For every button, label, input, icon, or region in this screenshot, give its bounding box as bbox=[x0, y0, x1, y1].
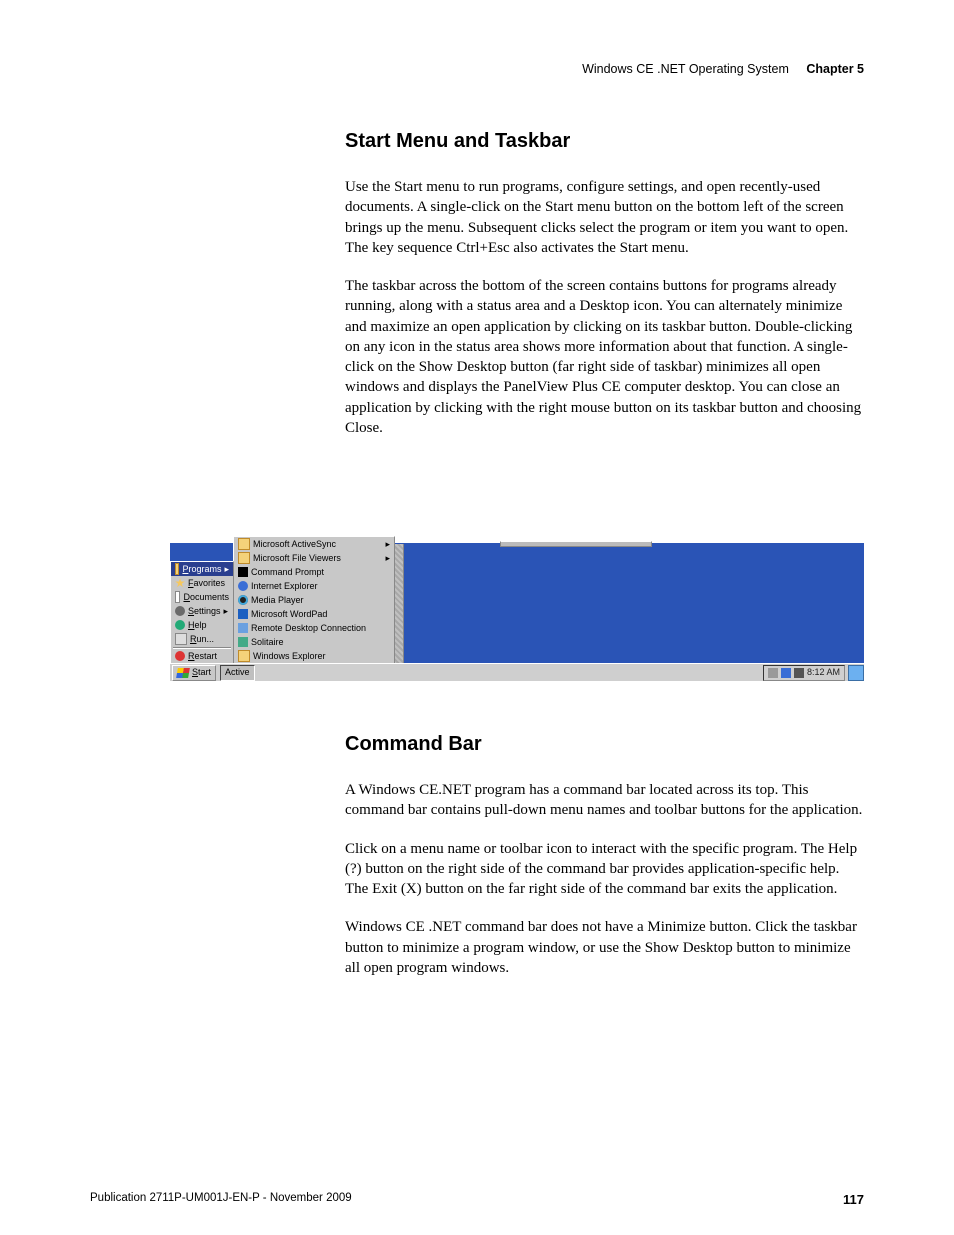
para: Click on a menu name or toolbar icon to … bbox=[345, 839, 865, 900]
folder-icon bbox=[175, 563, 179, 575]
start-menu-item-restart[interactable]: Restart bbox=[171, 649, 233, 663]
para: The taskbar across the bottom of the scr… bbox=[345, 276, 865, 438]
programs-item-command-prompt[interactable]: Command Prompt bbox=[234, 565, 394, 579]
running-header: Windows CE .NET Operating System Chapter… bbox=[582, 62, 864, 76]
menu-separator bbox=[173, 647, 231, 648]
keyboard-icon bbox=[768, 668, 778, 678]
cmd-icon bbox=[238, 567, 248, 577]
menu-label: Microsoft ActiveSync bbox=[253, 540, 336, 549]
run-icon bbox=[175, 633, 187, 645]
start-label: Start bbox=[192, 668, 211, 677]
taskbar-running-app[interactable]: Active bbox=[220, 665, 255, 681]
sol-icon bbox=[238, 637, 248, 647]
start-menu-item-settings[interactable]: Settings▸ bbox=[171, 604, 233, 618]
start-menu-item-favorites[interactable]: Favorites bbox=[171, 576, 233, 590]
header-chapter: Chapter 5 bbox=[806, 62, 864, 76]
we-icon bbox=[238, 650, 250, 662]
programs-item-internet-explorer[interactable]: Internet Explorer bbox=[234, 579, 394, 593]
gear-icon bbox=[175, 606, 185, 616]
menu-label: Restart bbox=[188, 652, 217, 661]
wp-icon bbox=[238, 609, 248, 619]
taskbar-running-label: Active bbox=[225, 668, 250, 677]
programs-item-media-player[interactable]: Media Player bbox=[234, 593, 394, 607]
menu-label: Favorites bbox=[188, 579, 225, 588]
wce-screenshot: Microsoft ActiveSync▸Microsoft File View… bbox=[170, 543, 864, 681]
system-tray[interactable]: 8:12 AM bbox=[763, 665, 845, 681]
menu-label: Solitaire bbox=[251, 638, 284, 647]
page: Windows CE .NET Operating System Chapter… bbox=[0, 0, 954, 1235]
menu-label: Documents bbox=[183, 593, 229, 602]
menu-label: Help bbox=[188, 621, 207, 630]
show-desktop-button[interactable] bbox=[848, 665, 864, 681]
menu-label: Run... bbox=[190, 635, 214, 644]
programs-submenu[interactable]: Microsoft ActiveSync▸Microsoft File View… bbox=[233, 536, 395, 664]
submenu-arrow-icon: ▸ bbox=[224, 565, 229, 574]
page-number: 117 bbox=[843, 1192, 864, 1207]
menu-label: Command Prompt bbox=[251, 568, 324, 577]
taskbar: Start Active 8:12 AM bbox=[170, 663, 864, 681]
programs-item-microsoft-file-viewers[interactable]: Microsoft File Viewers ▸ bbox=[234, 551, 394, 565]
para: Windows CE .NET command bar does not hav… bbox=[345, 917, 865, 978]
rdc-icon bbox=[238, 623, 248, 633]
network-icon bbox=[781, 668, 791, 678]
programs-item-microsoft-activesync[interactable]: Microsoft ActiveSync ▸ bbox=[234, 537, 394, 551]
menu-label: Internet Explorer bbox=[251, 582, 318, 591]
windows-flag-icon bbox=[176, 668, 190, 678]
para: Use the Start menu to run programs, conf… bbox=[345, 177, 865, 258]
start-menu-item-run-[interactable]: Run... bbox=[171, 632, 233, 646]
doc-icon bbox=[175, 591, 180, 603]
mp-icon bbox=[238, 595, 248, 605]
menu-label: Remote Desktop Connection bbox=[251, 624, 366, 633]
header-breadcrumb: Windows CE .NET Operating System bbox=[582, 62, 789, 76]
programs-item-solitaire[interactable]: Solitaire bbox=[234, 635, 394, 649]
volume-icon bbox=[794, 668, 804, 678]
programs-item-remote-desktop-connection[interactable]: Remote Desktop Connection bbox=[234, 621, 394, 635]
start-menu-item-programs[interactable]: Programs▸ bbox=[171, 562, 233, 576]
start-menu-item-documents[interactable]: Documents bbox=[171, 590, 233, 604]
menu-label: Programs bbox=[182, 565, 221, 574]
resize-grip bbox=[395, 544, 404, 664]
footer: Publication 2711P-UM001J-EN-P - November… bbox=[90, 1192, 864, 1207]
folder-icon bbox=[238, 552, 250, 564]
menu-label: Microsoft WordPad bbox=[251, 610, 327, 619]
start-menu-item-help[interactable]: Help bbox=[171, 618, 233, 632]
submenu-arrow-icon: ▸ bbox=[385, 540, 390, 549]
menu-label: Settings bbox=[188, 607, 221, 616]
section-command-bar: Command Bar A Windows CE.NET program has… bbox=[345, 733, 865, 996]
para: A Windows CE.NET program has a command b… bbox=[345, 780, 865, 821]
star-icon bbox=[175, 578, 185, 588]
menu-label: Windows Explorer bbox=[253, 652, 326, 661]
ie-icon bbox=[238, 581, 248, 591]
start-button[interactable]: Start bbox=[172, 665, 216, 681]
window-grip bbox=[500, 541, 652, 547]
submenu-arrow-icon: ▸ bbox=[385, 554, 390, 563]
menu-label: Microsoft File Viewers bbox=[253, 554, 341, 563]
folder-icon bbox=[238, 538, 250, 550]
help-icon bbox=[175, 620, 185, 630]
clock: 8:12 AM bbox=[807, 668, 840, 677]
section-start-menu-taskbar: Start Menu and Taskbar Use the Start men… bbox=[345, 130, 865, 456]
start-menu[interactable]: Programs▸FavoritesDocumentsSettings▸Help… bbox=[170, 561, 234, 664]
publication-id: Publication 2711P-UM001J-EN-P - November… bbox=[90, 1192, 352, 1204]
menu-label: Media Player bbox=[251, 596, 304, 605]
submenu-arrow-icon: ▸ bbox=[224, 607, 229, 616]
heading-start-menu: Start Menu and Taskbar bbox=[345, 130, 865, 153]
programs-item-microsoft-wordpad[interactable]: Microsoft WordPad bbox=[234, 607, 394, 621]
programs-item-windows-explorer[interactable]: Windows Explorer bbox=[234, 649, 394, 663]
restart-icon bbox=[175, 651, 185, 661]
heading-command-bar: Command Bar bbox=[345, 733, 865, 756]
